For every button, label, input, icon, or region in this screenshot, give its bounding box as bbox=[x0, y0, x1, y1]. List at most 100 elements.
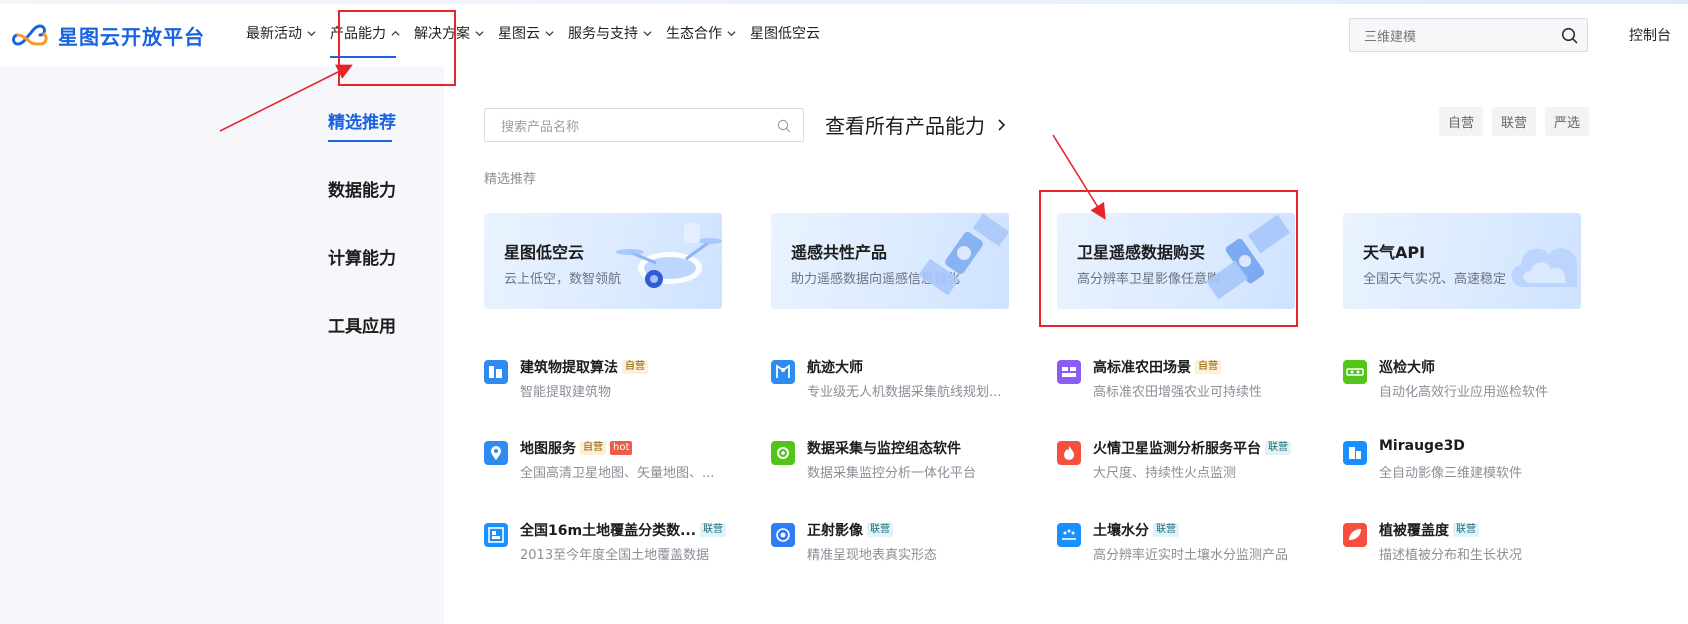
product-name-row: 地图服务 自营 hot bbox=[520, 438, 633, 458]
product-name: 巡检大师 bbox=[1379, 360, 1435, 376]
chevron-down-icon bbox=[545, 30, 554, 36]
product-name-row: 航迹大师 bbox=[807, 357, 863, 377]
product-name-row: Mirauge3D bbox=[1379, 438, 1465, 454]
category-compute[interactable]: 计算能力 bbox=[328, 244, 396, 269]
product-desc: 自动化高效行业应用巡检软件 bbox=[1379, 385, 1549, 400]
nav-item-label: 最新活动 bbox=[246, 26, 302, 42]
product-name-row: 正射影像 联营 bbox=[807, 520, 893, 540]
global-search-box bbox=[1349, 18, 1588, 52]
product-name-row: 土壤水分 联营 bbox=[1093, 520, 1179, 540]
logo[interactable]: 星图云开放平台 bbox=[8, 20, 205, 50]
chevron-down-icon bbox=[727, 30, 736, 36]
category-data[interactable]: 数据能力 bbox=[328, 176, 396, 201]
vegetation-icon bbox=[1343, 523, 1367, 547]
product-desc: 全自动影像三维建模软件 bbox=[1379, 466, 1523, 481]
category-menu: 精选推荐 数据能力 计算能力 工具应用 bbox=[328, 108, 396, 380]
product-item-map-service[interactable]: 地图服务 自营 hot 全国高清卫星地图、矢量地图、... bbox=[484, 438, 754, 482]
product-name: 植被覆盖度 bbox=[1379, 523, 1449, 539]
product-name: 地图服务 bbox=[520, 441, 576, 457]
card-desc: 云上低空，数智领航 bbox=[504, 272, 622, 287]
category-featured[interactable]: 精选推荐 bbox=[328, 108, 396, 142]
product-badge-joint: 联营 bbox=[1453, 523, 1479, 537]
filter-self-operated[interactable]: 自营 bbox=[1439, 107, 1484, 136]
monitor-gear-icon bbox=[771, 441, 795, 465]
search-icon[interactable] bbox=[1561, 27, 1578, 44]
cloud-illustration-icon bbox=[1511, 248, 1577, 287]
feature-card-weather-api[interactable]: 天气API 全国天气实况、高速稳定 bbox=[1343, 213, 1581, 309]
product-desc: 智能提取建筑物 bbox=[520, 385, 612, 400]
product-name-row: 巡检大师 bbox=[1379, 357, 1435, 377]
nav-item-service-support[interactable]: 服务与支持 bbox=[568, 0, 652, 66]
product-item-land-cover-16m[interactable]: 全国16m土地覆盖分类数... 联营 2013至今年度全国土地覆盖数据 bbox=[484, 520, 754, 564]
satellite-illustration-icon bbox=[918, 213, 1009, 296]
feature-card-remote-sensing-products[interactable]: 遥感共性产品 助力遥感数据向遥感信息转化 bbox=[771, 213, 1009, 309]
product-desc: 2013至今年度全国土地覆盖数据 bbox=[520, 548, 710, 563]
fire-icon bbox=[1057, 441, 1081, 465]
top-header: 星图云开放平台 最新活动 产品能力 解决方案 星图云 服务与支持 生态合作 星图… bbox=[0, 0, 1688, 66]
route-map-icon bbox=[771, 360, 795, 384]
product-badge-self: 自营 bbox=[580, 441, 606, 455]
chevron-down-icon bbox=[307, 30, 316, 36]
drone-illustration-icon bbox=[616, 223, 722, 288]
building-3d-icon bbox=[1343, 441, 1367, 465]
nav-item-star-cloud[interactable]: 星图云 bbox=[498, 0, 554, 66]
filter-selected[interactable]: 严选 bbox=[1545, 107, 1590, 136]
farmland-icon bbox=[1057, 360, 1081, 384]
product-name: 航迹大师 bbox=[807, 360, 863, 376]
building-icon bbox=[484, 360, 508, 384]
search-icon[interactable] bbox=[777, 119, 791, 133]
product-desc: 精准呈现地表真实形态 bbox=[807, 548, 938, 563]
card-desc: 全国天气实况、高速稳定 bbox=[1363, 272, 1507, 287]
product-item-building-extraction[interactable]: 建筑物提取算法 自营 智能提取建筑物 bbox=[484, 357, 754, 401]
product-item-high-standard-farmland[interactable]: 高标准农田场景 自营高标准农田增强农业可持续性 bbox=[1057, 357, 1327, 401]
product-badge-hot: hot bbox=[610, 441, 633, 455]
global-search-input[interactable] bbox=[1362, 26, 1556, 48]
nav-item-label: 生态合作 bbox=[666, 26, 722, 42]
view-all-products-link[interactable]: 查看所有产品能力 bbox=[825, 110, 1006, 139]
chevron-right-icon bbox=[998, 118, 1006, 131]
product-item-soil-moisture[interactable]: 土壤水分 联营高分辨率近实时土壤水分监测产品 bbox=[1057, 520, 1327, 564]
product-desc: 数据采集监控分析一体化平台 bbox=[807, 466, 977, 481]
nav-item-low-altitude-cloud[interactable]: 星图低空云 bbox=[750, 0, 820, 66]
product-name: 火情卫星监测分析服务平台 bbox=[1093, 441, 1261, 457]
product-search-box bbox=[484, 108, 804, 142]
product-name: 全国16m土地覆盖分类数... bbox=[520, 523, 697, 539]
product-name-row: 火情卫星监测分析服务平台 联营 bbox=[1093, 438, 1291, 458]
ortho-image-icon bbox=[771, 523, 795, 547]
nav-item-ecosystem[interactable]: 生态合作 bbox=[666, 0, 736, 66]
card-title: 星图低空云 bbox=[504, 243, 585, 262]
nav-item-label: 星图低空云 bbox=[750, 26, 820, 42]
nav-item-latest-activity[interactable]: 最新活动 bbox=[246, 0, 316, 66]
product-search-input[interactable] bbox=[499, 116, 773, 138]
product-item-orthophoto[interactable]: 正射影像 联营精准呈现地表真实形态 bbox=[771, 520, 1041, 564]
product-name: 土壤水分 bbox=[1093, 523, 1149, 539]
product-item-fire-satellite-monitoring[interactable]: 火情卫星监测分析服务平台 联营大尺度、持续性火点监测 bbox=[1057, 438, 1327, 482]
product-name: 数据采集与监控组态软件 bbox=[807, 441, 961, 457]
category-tools[interactable]: 工具应用 bbox=[328, 312, 396, 337]
logo-text: 星图云开放平台 bbox=[58, 24, 205, 49]
product-item-flight-route-master[interactable]: 航迹大师 专业级无人机数据采集航线规划... bbox=[771, 357, 1041, 401]
product-item-vegetation-coverage[interactable]: 植被覆盖度 联营 描述植被分布和生长状况 bbox=[1343, 520, 1613, 564]
product-desc: 高标准农田增强农业可持续性 bbox=[1093, 385, 1263, 400]
filter-joint-operated[interactable]: 联营 bbox=[1492, 107, 1537, 136]
console-link[interactable]: 控制台 bbox=[1629, 25, 1671, 45]
section-label: 精选推荐 bbox=[484, 172, 537, 187]
product-name-row: 全国16m土地覆盖分类数... 联营 bbox=[520, 520, 727, 540]
product-item-mirauge3d[interactable]: Mirauge3D 全自动影像三维建模软件 bbox=[1343, 438, 1613, 482]
product-name-row: 高标准农田场景 自营 bbox=[1093, 357, 1221, 377]
product-item-inspection-master[interactable]: 巡检大师自动化高效行业应用巡检软件 bbox=[1343, 357, 1613, 401]
product-desc: 高分辨率近实时土壤水分监测产品 bbox=[1093, 548, 1289, 563]
product-item-data-collection-monitoring[interactable]: 数据采集与监控组态软件数据采集监控分析一体化平台 bbox=[771, 438, 1041, 482]
location-pin-icon bbox=[484, 441, 508, 465]
product-badge-self: 自营 bbox=[1195, 360, 1221, 374]
land-cover-icon bbox=[484, 523, 508, 547]
card-title: 遥感共性产品 bbox=[791, 243, 888, 262]
product-name: 高标准农田场景 bbox=[1093, 360, 1191, 376]
product-desc: 大尺度、持续性火点监测 bbox=[1093, 466, 1237, 481]
product-badge-joint: 联营 bbox=[1265, 441, 1291, 455]
feature-card-low-altitude[interactable]: 星图低空云 云上低空，数智领航 bbox=[484, 213, 722, 309]
product-name: 建筑物提取算法 bbox=[520, 360, 618, 376]
chevron-down-icon bbox=[475, 30, 484, 36]
product-badge-joint: 联营 bbox=[867, 523, 893, 537]
chevron-down-icon bbox=[643, 30, 652, 36]
